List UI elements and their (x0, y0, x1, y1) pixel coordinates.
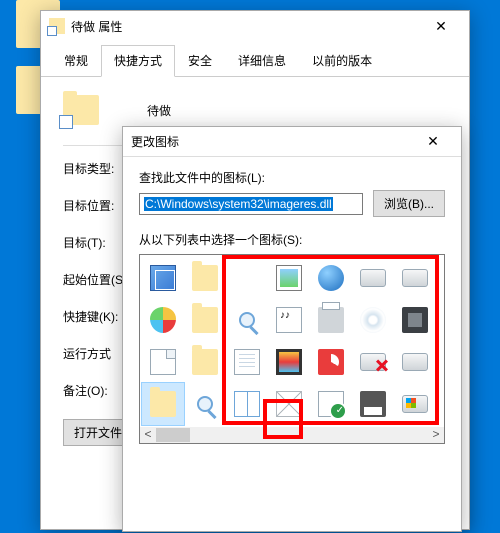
icon-option-env[interactable] (268, 383, 310, 425)
icon-option-music[interactable] (268, 299, 310, 341)
icon-option-drive[interactable] (394, 257, 436, 299)
icon-option-chip[interactable] (394, 299, 436, 341)
icon-option-shield[interactable] (142, 299, 184, 341)
icon-option-blank[interactable] (226, 257, 268, 299)
icon-option-globe[interactable] (310, 257, 352, 299)
tab-previous[interactable]: 以前的版本 (299, 45, 385, 76)
close-icon[interactable]: ✕ (421, 18, 461, 35)
browse-button[interactable]: 浏览(B)... (373, 190, 445, 217)
properties-titlebar[interactable]: 待做 属性 ✕ (41, 11, 469, 41)
tab-details[interactable]: 详细信息 (225, 45, 299, 76)
icon-name-row: 待做 (63, 95, 447, 125)
shortcut-name-value: 待做 (147, 102, 171, 119)
change-icon-dialog: 更改图标 ✕ 查找此文件中的图标(L): C:\Windows\system32… (122, 126, 462, 532)
dialog-title: 更改图标 (131, 133, 413, 150)
icon-option-drive[interactable] (394, 341, 436, 383)
icon-option-mag[interactable] (184, 383, 226, 425)
large-folder-icon (63, 95, 99, 125)
icon-option-mag[interactable] (226, 299, 268, 341)
dialog-close-icon[interactable]: ✕ (413, 133, 453, 150)
icon-option-floppy[interactable] (352, 383, 394, 425)
icon-option-drive-win[interactable] (394, 383, 436, 425)
icon-option-folder[interactable] (184, 299, 226, 341)
tab-security[interactable]: 安全 (175, 45, 225, 76)
tab-general[interactable]: 常规 (51, 45, 101, 76)
icon-grid: ✓ < > (139, 254, 445, 444)
horizontal-scrollbar[interactable]: < > (140, 427, 444, 443)
icon-path-input[interactable]: C:\Windows\system32\imageres.dll (139, 193, 363, 215)
icon-option-disc[interactable] (352, 299, 394, 341)
icon-option-folder[interactable] (184, 257, 226, 299)
scroll-thumb[interactable] (156, 428, 190, 442)
label-select-icon: 从以下列表中选择一个图标(S): (139, 231, 445, 248)
icon-option-film[interactable] (268, 341, 310, 383)
properties-tabs: 常规 快捷方式 安全 详细信息 以前的版本 (41, 45, 469, 77)
scroll-left-icon[interactable]: < (140, 427, 156, 443)
properties-title: 待做 属性 (71, 18, 421, 35)
icon-option-drive[interactable] (352, 257, 394, 299)
shortcut-folder-icon (49, 18, 65, 34)
icon-option-printer[interactable] (310, 299, 352, 341)
icon-option-cascade[interactable] (142, 257, 184, 299)
dialog-titlebar[interactable]: 更改图标 ✕ (123, 127, 461, 157)
icon-option-book[interactable] (226, 383, 268, 425)
tab-shortcut[interactable]: 快捷方式 (101, 45, 175, 77)
icon-option-pic[interactable] (268, 257, 310, 299)
icon-option-chart[interactable] (310, 341, 352, 383)
scroll-right-icon[interactable]: > (428, 427, 444, 443)
label-look-in: 查找此文件中的图标(L): (139, 169, 445, 186)
icon-option-drive-x[interactable] (352, 341, 394, 383)
icon-option-list[interactable] (226, 341, 268, 383)
icon-option-check-ok[interactable]: ✓ (310, 383, 352, 425)
icon-option-page[interactable] (142, 341, 184, 383)
icon-option-folder[interactable] (184, 341, 226, 383)
icon-option-folder[interactable] (142, 383, 184, 425)
